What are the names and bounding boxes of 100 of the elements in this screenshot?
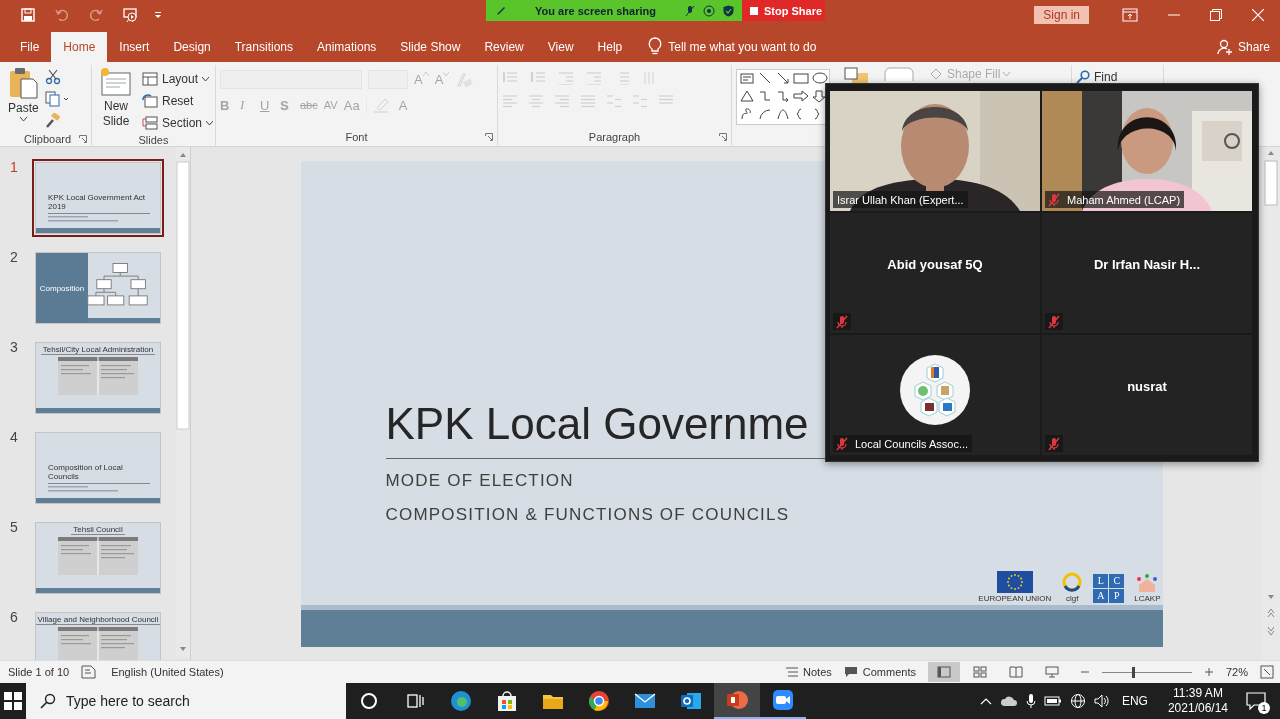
layout-icon: [142, 71, 158, 86]
paste-button[interactable]: Paste: [8, 67, 39, 121]
taskbar-search-field[interactable]: Type here to search: [26, 683, 346, 719]
participant-name: Abid yousaf 5Q: [887, 256, 983, 272]
group-label: Slides: [138, 134, 169, 146]
participant-tile[interactable]: nusrat: [1042, 335, 1252, 455]
thumbnail-lines-drawing: [48, 486, 118, 492]
slideshow-icon[interactable]: [120, 5, 140, 25]
zoom-level[interactable]: 72%: [1225, 666, 1248, 678]
participant-name: Israr Ullah Khan (Expert...: [836, 193, 965, 206]
spelling-icon[interactable]: [81, 665, 98, 679]
find-button[interactable]: Find: [1076, 67, 1118, 86]
clipboard-icon: [8, 67, 39, 99]
participant-tile[interactable]: Local Councils Assoc...: [830, 335, 1040, 455]
ribbon-tab[interactable]: Insert: [107, 32, 162, 62]
caret-icon: [1003, 72, 1011, 76]
shield-icon[interactable]: [723, 4, 734, 17]
slide-number: 4: [10, 429, 19, 445]
slide-number: 1: [10, 159, 19, 175]
reset-button[interactable]: Reset: [142, 91, 214, 110]
clock[interactable]: 11:39 AM 2021/06/14: [1167, 686, 1228, 716]
search-icon: [1076, 69, 1090, 84]
scissors-icon[interactable]: [44, 69, 61, 85]
muted-microphone-icon[interactable]: [685, 4, 695, 17]
ribbon-tab[interactable]: Help: [585, 32, 635, 62]
participant-tile[interactable]: Israr Ullah Khan (Expert...: [830, 91, 1040, 211]
comments-button[interactable]: Comments: [843, 666, 916, 678]
new-slide-button[interactable]: New Slide: [96, 67, 136, 129]
logo-caption: LCAKP: [1134, 593, 1161, 603]
notification-count: 1: [1258, 702, 1270, 714]
ribbon-tab[interactable]: Slide Show: [388, 32, 473, 62]
zoom-in-icon[interactable]: [1203, 667, 1214, 677]
ribbon-tab[interactable]: File: [8, 32, 52, 62]
close-icon[interactable]: [1252, 9, 1264, 21]
slide-subtitle: MODE OF ELECTION: [385, 470, 575, 491]
logo-caption: clgf: [1066, 593, 1079, 603]
shapes-gallery[interactable]: [736, 69, 830, 125]
grid-logo: L C A P: [1093, 573, 1125, 603]
format-painter-icon[interactable]: [44, 113, 61, 129]
thumbnail-title: Tehsil/City Local Administration: [40, 345, 156, 355]
search-icon: [40, 693, 56, 709]
normal-view-icon[interactable]: [927, 662, 960, 682]
save-icon[interactable]: [18, 5, 38, 25]
stop-share-button[interactable]: Stop Share: [742, 0, 825, 21]
slide-number: 5: [10, 519, 19, 535]
thumbnail-title: Composition of Local Councils: [48, 463, 124, 481]
group-label: Paragraph: [588, 131, 641, 143]
copy-icon[interactable]: [44, 91, 69, 107]
speaker-icon[interactable]: [1093, 694, 1110, 708]
ring-logo-icon: [1061, 570, 1084, 593]
caret-icon: [202, 76, 210, 81]
participant-tile[interactable]: Maham Ahmed (LCAP): [1042, 91, 1252, 211]
ribbon-tab[interactable]: View: [535, 32, 586, 62]
flag-logo-icon: [996, 570, 1033, 593]
customize-icon[interactable]: [154, 11, 162, 19]
globe-icon[interactable]: [1069, 693, 1086, 709]
record-icon[interactable]: [703, 4, 715, 17]
thumbnail-title: Tehsil Council: [71, 525, 125, 535]
language-status[interactable]: English (United States): [111, 666, 224, 678]
chevron-up-icon[interactable]: [979, 697, 992, 705]
clock-time: 11:39 AM: [1173, 686, 1223, 701]
section-icon: [142, 115, 158, 130]
fit-slide-icon[interactable]: [1260, 665, 1274, 679]
cloud-icon[interactable]: [999, 695, 1018, 707]
slide-thumbnail[interactable]: KPK Local Government Act 2019: [32, 159, 164, 237]
share-button[interactable]: Share: [1216, 32, 1280, 62]
slide-number: 2: [10, 249, 19, 265]
caret-icon: [422, 72, 429, 76]
clock-date: 2021/06/14: [1167, 701, 1228, 716]
slide-number: 3: [10, 339, 19, 355]
ribbon-tab[interactable]: Review: [472, 32, 536, 62]
stop-icon: [750, 6, 758, 15]
windows-start-icon[interactable]: [4, 692, 22, 710]
participant-tile[interactable]: Abid yousaf 5Q: [830, 213, 1040, 333]
participant-tile[interactable]: Dr Irfan Nasir H...: [1042, 213, 1252, 333]
thumbnail-title: KPK Local Government Act 2019: [48, 193, 146, 211]
input-language[interactable]: ENG: [1121, 694, 1148, 708]
sharing-banner[interactable]: You are screen sharing: [486, 0, 742, 21]
section-button[interactable]: Section: [142, 113, 214, 132]
layout-button[interactable]: Layout: [142, 69, 214, 88]
thumbnail-lines-drawing: [48, 216, 118, 222]
microphone-icon[interactable]: [1025, 693, 1036, 709]
notes-button[interactable]: Notes: [786, 666, 832, 678]
zoom-slider[interactable]: [1101, 666, 1192, 678]
tell-me-search[interactable]: Tell me what you want to do: [668, 32, 817, 62]
ribbon-display-icon[interactable]: [1122, 8, 1138, 22]
launcher-icon[interactable]: [79, 134, 87, 143]
ribbon-tab[interactable]: Transitions: [222, 32, 305, 62]
paint-bucket-icon: [928, 67, 944, 81]
restore-icon[interactable]: [1210, 9, 1222, 21]
ribbon-tab[interactable]: Home: [51, 32, 108, 62]
ribbon-tab[interactable]: Animations: [305, 32, 389, 62]
lightbulb-icon: [648, 37, 663, 55]
battery-icon[interactable]: [1043, 696, 1062, 706]
ribbon-tab[interactable]: Design: [161, 32, 223, 62]
sign-in-button[interactable]: Sign in: [1034, 6, 1089, 24]
slide-subtitle: COMPOSITION & FUNCTIONS OF COUNCILS: [385, 504, 791, 525]
slide-number: 6: [10, 609, 19, 625]
group-label: Font: [345, 131, 368, 143]
reset-icon: [142, 93, 158, 108]
